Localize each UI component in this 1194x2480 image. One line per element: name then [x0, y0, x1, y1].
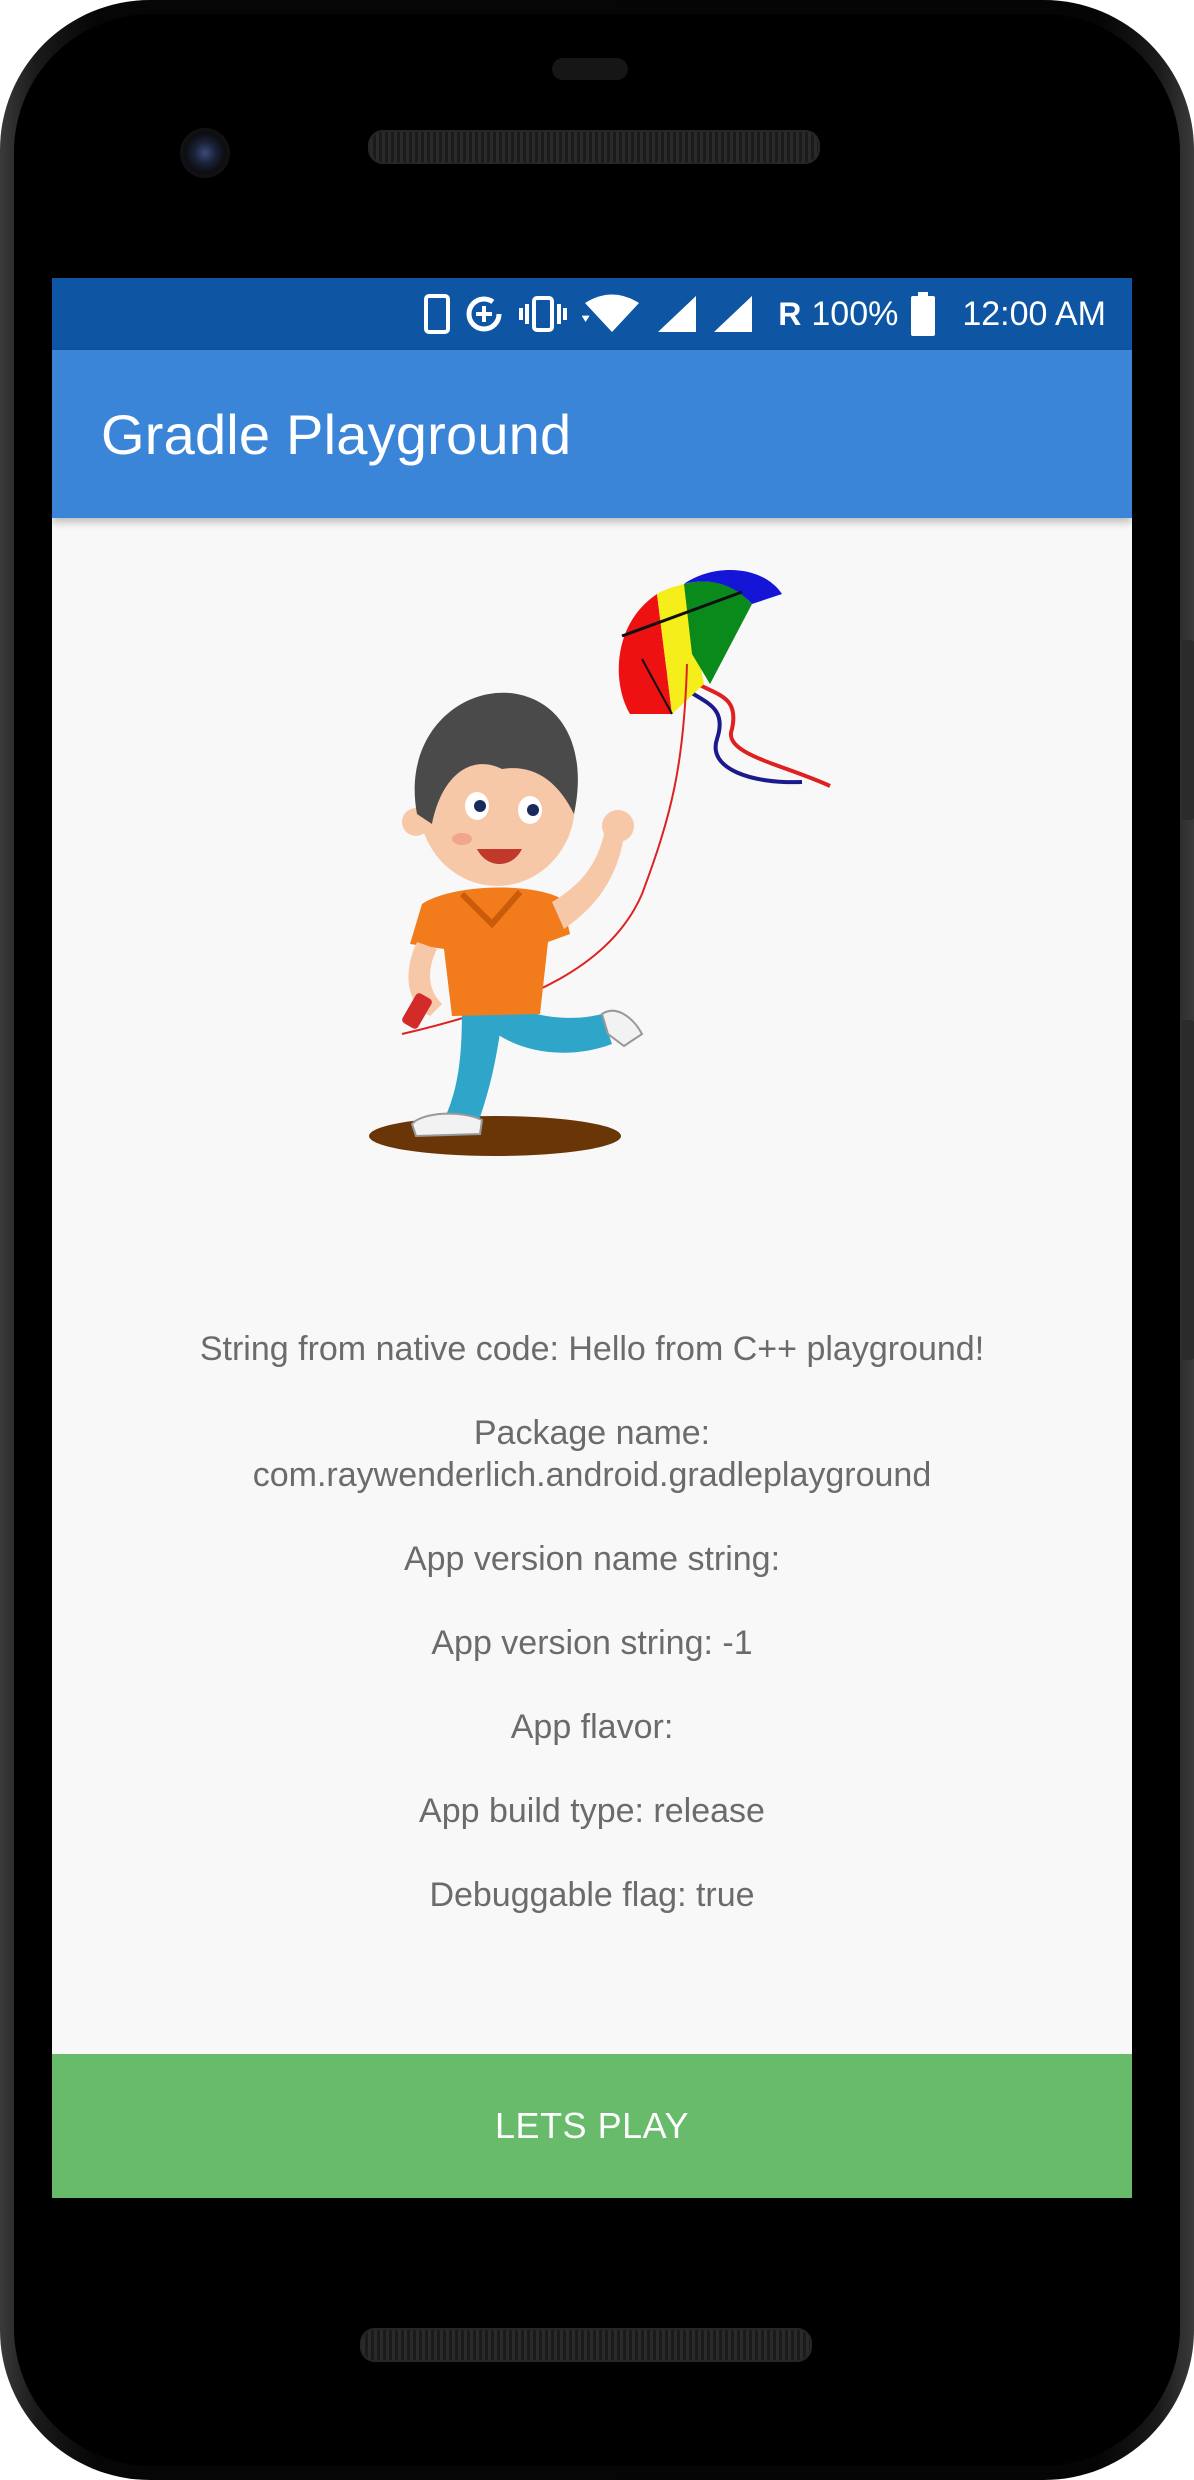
- package-name-value: com.raywenderlich.android.gradleplaygrou…: [252, 1456, 932, 1494]
- battery-icon: [911, 292, 936, 336]
- status-icons: [424, 294, 754, 334]
- wifi-icon: [582, 294, 640, 332]
- package-name-label: Package name:: [473, 1414, 711, 1452]
- clock: 12:00 AM: [962, 294, 1106, 333]
- front-camera: [180, 128, 230, 178]
- signal-icon: [714, 296, 753, 332]
- kite: [618, 570, 782, 715]
- sensor: [552, 58, 628, 80]
- kid-with-kite-illustration: [369, 570, 831, 1156]
- screen: R 100% 12:00 AM Gradle Playground String…: [52, 278, 1132, 2198]
- ground-shadow: [369, 1116, 621, 1156]
- native-string-text: String from native code: Hello from C++ …: [199, 1330, 985, 1368]
- signal-icon: [658, 296, 697, 332]
- earpiece-speaker: [368, 130, 820, 164]
- version-code-text: App version string: -1: [431, 1624, 753, 1662]
- power-button: [1182, 640, 1194, 820]
- data-saver-icon: [466, 296, 502, 332]
- status-bar: R 100% 12:00 AM: [52, 278, 1132, 350]
- battery-percent: 100%: [811, 294, 899, 333]
- phone-frame: R 100% 12:00 AM Gradle Playground String…: [0, 0, 1194, 2480]
- flavor-text: App flavor:: [510, 1708, 674, 1746]
- bottom-speaker: [360, 2328, 812, 2362]
- package-name-block: Package name: com.raywenderlich.android.…: [52, 1412, 1132, 1496]
- version-name-text: App version name string:: [403, 1540, 781, 1578]
- debuggable-text: Debuggable flag: true: [429, 1876, 755, 1914]
- phone-icon: [424, 294, 451, 334]
- app-bar: Gradle Playground: [52, 350, 1132, 518]
- lets-play-button[interactable]: LETS PLAY: [52, 2054, 1132, 2198]
- vibrate-icon: [519, 296, 568, 332]
- build-type-text: App build type: release: [419, 1792, 765, 1830]
- volume-button: [1182, 1020, 1194, 1360]
- roaming-indicator: R: [778, 295, 802, 332]
- app-title: Gradle Playground: [101, 403, 572, 466]
- app-info: String from native code: Hello from C++ …: [52, 1328, 1132, 1958]
